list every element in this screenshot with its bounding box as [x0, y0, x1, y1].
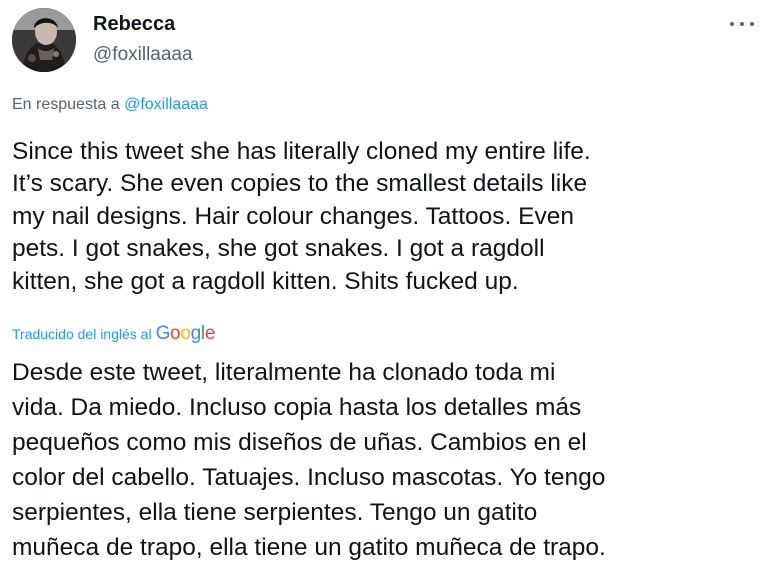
- tweet-text: Since this tweet she has literally clone…: [12, 138, 591, 295]
- more-dot: [740, 22, 744, 26]
- google-logo-letter: o: [180, 323, 191, 344]
- translated-label: Traducido del inglés al: [12, 326, 152, 342]
- google-logo-letter: o: [170, 323, 181, 344]
- author-handle[interactable]: @foxillaaaa: [93, 44, 193, 66]
- reply-prefix: En respuesta a: [12, 96, 120, 113]
- reply-context: En respuesta a @foxillaaaa: [12, 96, 208, 114]
- google-logo-letter: e: [204, 323, 216, 344]
- more-dot: [750, 22, 754, 26]
- reply-mention-link[interactable]: @foxillaaaa: [124, 96, 208, 113]
- google-logo-letter: g: [190, 323, 202, 344]
- author-display-name[interactable]: Rebecca: [93, 13, 175, 36]
- more-dot: [730, 22, 734, 26]
- translated-by-google-link[interactable]: Traducido del inglés al Google: [12, 323, 215, 345]
- google-logo: Google: [156, 323, 216, 345]
- google-logo-letter: G: [155, 323, 171, 344]
- tweet: Rebecca @foxillaaaa En respuesta a @foxi…: [0, 0, 768, 576]
- translation-text: Desde este tweet, literalmente ha clonad…: [12, 359, 606, 561]
- more-horizontal-icon[interactable]: [730, 14, 754, 34]
- avatar[interactable]: [12, 8, 76, 72]
- avatar-photo-icon: [12, 8, 76, 72]
